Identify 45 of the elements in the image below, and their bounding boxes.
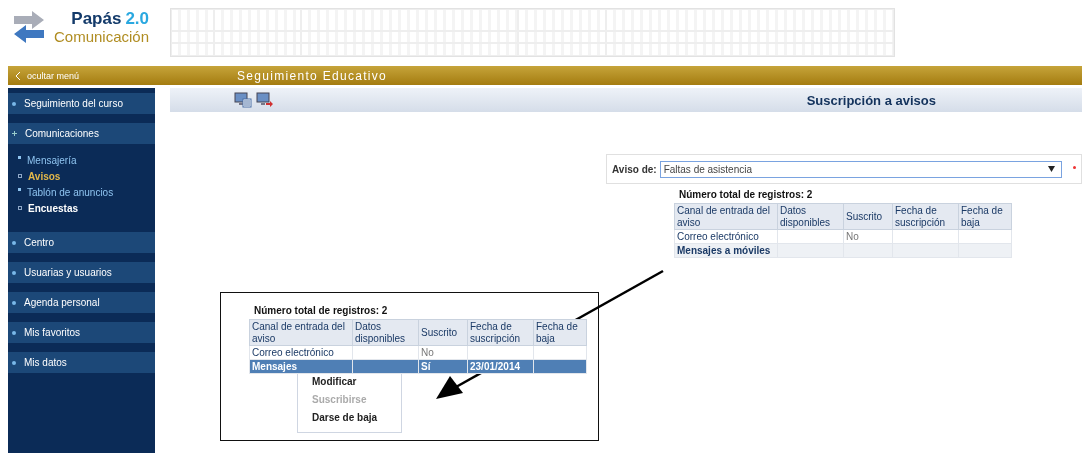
section-title: Seguimiento Educativo: [237, 68, 388, 83]
submenu-item[interactable]: Mensajería: [18, 152, 155, 168]
logo-subtitle: Comunicación: [54, 29, 150, 44]
logo-name: Papás: [71, 10, 122, 27]
alert-type-dropdown[interactable]: Faltas de asistencia: [659, 160, 1062, 178]
column-header: Suscrito: [843, 203, 893, 230]
table-cell: No: [846, 231, 859, 242]
column-header: Canal de entrada del aviso: [249, 319, 353, 346]
monitor-arrow-icon[interactable]: [256, 92, 274, 108]
logo-version: 2.0: [125, 10, 150, 27]
channel-cell: Correo electrónico: [677, 231, 759, 242]
submenu-item[interactable]: Avisos: [18, 168, 155, 184]
record-count: Número total de registros: 2: [254, 305, 389, 316]
submenu-item[interactable]: Encuestas: [18, 200, 155, 216]
column-header: Fecha de suscripción: [467, 319, 534, 346]
column-header: Fecha de baja: [533, 319, 587, 346]
channel-cell: Mensajes a móviles: [677, 245, 771, 256]
channel-cell: Correo electrónico: [252, 347, 334, 358]
submenu-item[interactable]: Tablón de anuncios: [18, 184, 155, 200]
dropdown-arrow-icon: [1048, 166, 1055, 172]
column-header: Suscrito: [418, 319, 468, 346]
menu-item[interactable]: Darse de baja: [298, 410, 401, 428]
toolbar-edge-panel: [158, 88, 170, 112]
sidebar-item[interactable]: Mis favoritos: [8, 322, 155, 343]
column-header: Datos disponibles: [352, 319, 419, 346]
sidebar-item[interactable]: Centro: [8, 232, 155, 253]
table-cell: 23/01/2014: [470, 361, 521, 372]
table-cell: No: [421, 347, 434, 358]
record-count: Número total de registros: 2: [679, 189, 814, 200]
channel-cell: Mensajes: [252, 361, 298, 372]
sidebar-item[interactable]: Mis datos: [8, 352, 155, 373]
field-label: Aviso de:: [612, 163, 657, 175]
column-header: Datos disponibles: [777, 203, 844, 230]
menu-item[interactable]: Modificar: [298, 374, 401, 392]
page-title: Suscripción a avisos: [806, 92, 936, 108]
monitor-list-icon[interactable]: [234, 92, 252, 108]
chevron-left-icon: [16, 71, 21, 80]
column-header: Fecha de suscripción: [892, 203, 959, 230]
sidebar-item[interactable]: Agenda personal: [8, 292, 155, 313]
table-cell: Sí: [421, 361, 431, 372]
column-header: Fecha de baja: [958, 203, 1012, 230]
sidebar-item[interactable]: Seguimiento del curso: [8, 93, 155, 114]
sidebar-item[interactable]: Usuarias y usuarios: [8, 262, 155, 283]
column-header: Canal de entrada del aviso: [674, 203, 778, 230]
sidebar-item[interactable]: Comunicaciones: [8, 123, 155, 144]
